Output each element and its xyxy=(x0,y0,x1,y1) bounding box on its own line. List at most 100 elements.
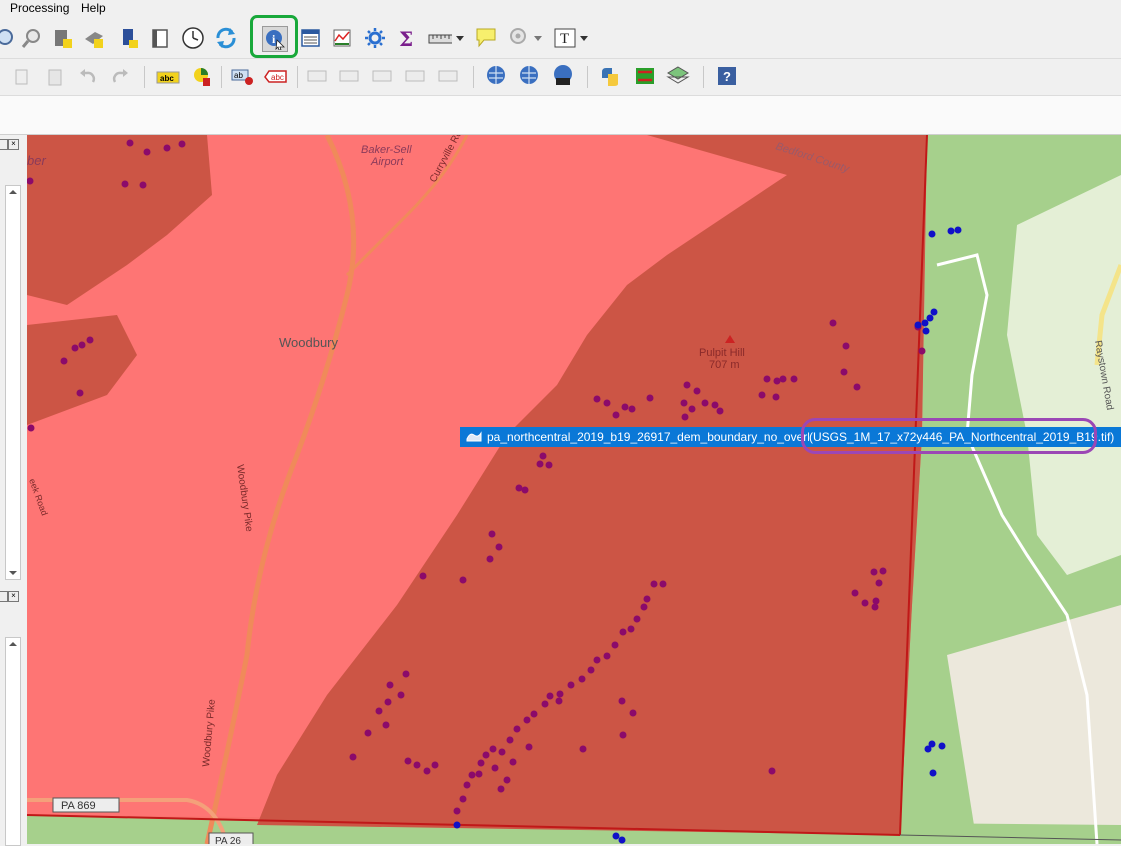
temporal-controller-icon[interactable] xyxy=(181,26,205,50)
zoom-layer-icon[interactable] xyxy=(0,26,16,50)
close-panel-icon[interactable]: × xyxy=(8,139,19,150)
globe-add-icon[interactable] xyxy=(485,64,509,88)
point-feature xyxy=(619,731,627,739)
point-feature xyxy=(603,652,611,660)
book-icon[interactable] xyxy=(148,26,172,50)
statistics-icon[interactable] xyxy=(330,26,354,50)
globe-search-icon[interactable] xyxy=(518,64,542,88)
plugin-sync-icon[interactable] xyxy=(633,64,657,88)
point-feature xyxy=(482,751,490,759)
point-feature xyxy=(628,405,636,413)
point-feature xyxy=(612,832,620,840)
label-edit-icon[interactable] xyxy=(437,65,461,89)
copy-icon[interactable] xyxy=(10,65,34,89)
point-feature xyxy=(143,148,151,156)
point-feature xyxy=(536,460,544,468)
point-feature xyxy=(459,795,467,803)
route-shield-label: PA 869 xyxy=(61,800,96,812)
point-feature xyxy=(579,745,587,753)
point-feature xyxy=(621,403,629,411)
toolbar-separator xyxy=(587,66,588,88)
label-tag-icon[interactable]: abc xyxy=(264,65,288,89)
point-feature xyxy=(693,387,701,395)
point-feature xyxy=(475,770,483,778)
point-feature xyxy=(618,697,626,705)
chevron-down-icon[interactable] xyxy=(578,26,590,50)
toolbar-separator xyxy=(473,66,474,88)
point-feature xyxy=(758,391,766,399)
point-feature xyxy=(650,580,658,588)
attribute-table-icon[interactable] xyxy=(298,26,322,50)
help-icon[interactable]: ? xyxy=(715,64,739,88)
point-feature xyxy=(611,641,619,649)
close-panel-icon[interactable]: × xyxy=(8,591,19,602)
map-canvas[interactable]: Woodbury Baker-Sell Airport Pulpit Hill … xyxy=(27,135,1121,844)
zoom-selection-icon[interactable] xyxy=(20,26,44,50)
bookmark-icon[interactable] xyxy=(118,26,142,50)
point-feature xyxy=(163,144,171,152)
point-feature xyxy=(178,140,186,148)
point-feature xyxy=(938,742,946,750)
chevron-down-icon[interactable] xyxy=(532,26,544,50)
point-feature xyxy=(829,319,837,327)
map-tips-icon[interactable] xyxy=(474,26,498,50)
point-feature xyxy=(926,314,934,322)
redo-icon[interactable] xyxy=(108,65,132,89)
point-feature xyxy=(486,555,494,563)
point-feature xyxy=(768,767,776,775)
point-feature xyxy=(477,759,485,767)
measure-icon[interactable] xyxy=(428,26,452,50)
label-abc-icon[interactable]: abc xyxy=(156,65,180,89)
panel-scrollbar[interactable] xyxy=(5,637,21,846)
pin-label-icon[interactable]: ab xyxy=(231,65,255,89)
point-feature xyxy=(506,736,514,744)
paste-icon[interactable] xyxy=(43,65,67,89)
point-feature xyxy=(947,227,955,235)
point-feature xyxy=(423,767,431,775)
value-highlight-box xyxy=(801,418,1097,454)
point-feature xyxy=(521,486,529,494)
point-feature xyxy=(875,579,883,587)
point-feature xyxy=(779,375,787,383)
point-feature xyxy=(879,567,887,575)
label-show-icon[interactable] xyxy=(338,65,362,89)
point-feature xyxy=(530,710,538,718)
point-feature xyxy=(701,399,709,407)
menu-help[interactable]: Help xyxy=(81,1,106,15)
float-panel-icon[interactable] xyxy=(0,591,8,602)
refresh-icon[interactable] xyxy=(214,26,238,50)
globe-binoculars-icon[interactable] xyxy=(551,64,575,88)
zoom-settings-icon[interactable] xyxy=(506,26,530,50)
label-rotate-icon[interactable] xyxy=(404,65,428,89)
point-feature xyxy=(556,690,564,698)
diagram-icon[interactable] xyxy=(190,65,214,89)
point-feature xyxy=(126,139,134,147)
float-panel-icon[interactable] xyxy=(0,139,8,150)
point-feature xyxy=(27,424,35,432)
label-add-icon[interactable] xyxy=(371,65,395,89)
sum-icon[interactable]: Σ xyxy=(395,26,419,50)
menu-processing[interactable]: Processing xyxy=(10,1,69,15)
python-console-icon[interactable] xyxy=(598,64,622,88)
text-annotation-icon[interactable]: T xyxy=(553,26,577,50)
point-feature xyxy=(680,399,688,407)
label-move-icon[interactable] xyxy=(306,65,330,89)
chevron-down-icon[interactable] xyxy=(454,26,466,50)
point-feature xyxy=(431,761,439,769)
point-feature xyxy=(683,381,691,389)
new-bookmark-icon[interactable] xyxy=(51,26,75,50)
panel-scrollbar[interactable] xyxy=(5,185,21,580)
point-feature xyxy=(633,615,641,623)
show-bookmarks-icon[interactable] xyxy=(82,26,106,50)
undo-icon[interactable] xyxy=(76,65,100,89)
point-feature xyxy=(593,656,601,664)
point-feature xyxy=(489,745,497,753)
point-feature xyxy=(711,401,719,409)
layers-icon[interactable] xyxy=(666,64,690,88)
point-feature xyxy=(578,675,586,683)
processing-toolbox-icon[interactable] xyxy=(363,26,387,50)
point-feature xyxy=(453,821,461,829)
point-feature xyxy=(643,595,651,603)
point-feature xyxy=(495,543,503,551)
point-feature xyxy=(491,764,499,772)
